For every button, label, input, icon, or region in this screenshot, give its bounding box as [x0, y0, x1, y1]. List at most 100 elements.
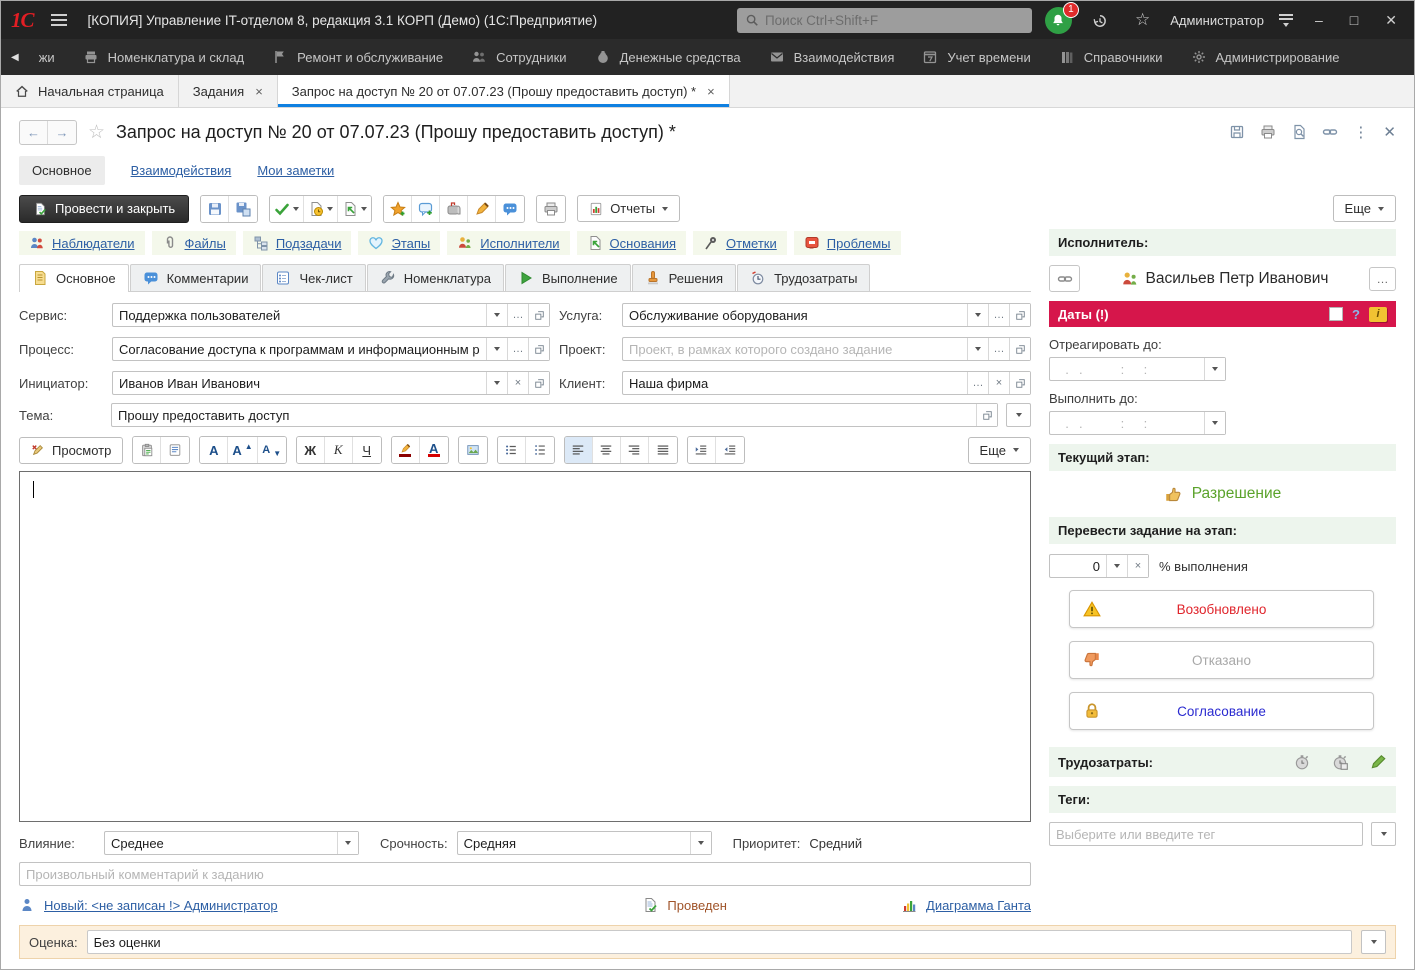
section-administration[interactable]: Администрирование — [1177, 39, 1354, 75]
stage-declined-button[interactable]: Отказано — [1069, 641, 1374, 679]
open-button[interactable] — [528, 372, 549, 394]
post-button[interactable] — [270, 196, 304, 222]
choose-button[interactable]: … — [988, 304, 1009, 326]
favorites-button[interactable]: ☆ — [1128, 10, 1157, 30]
tab-home[interactable]: Начальная страница — [1, 75, 179, 107]
nav-main[interactable]: Основное — [19, 156, 105, 185]
performer-name[interactable]: Васильев Петр Иванович — [1146, 270, 1329, 288]
calendar-button[interactable] — [1204, 412, 1225, 434]
link-subtasks[interactable]: Подзадачи — [243, 231, 352, 255]
minimize-button[interactable]: – — [1308, 12, 1330, 28]
rating-input[interactable] — [88, 935, 1351, 950]
notifications-button[interactable]: 1 — [1045, 7, 1072, 34]
select-button[interactable] — [967, 338, 988, 360]
subject-history-button[interactable] — [1006, 403, 1031, 427]
align-right-button[interactable] — [621, 437, 649, 463]
save-copy-button[interactable] — [229, 196, 257, 222]
messages-button[interactable] — [496, 196, 524, 222]
bold-button[interactable]: Ж — [297, 437, 325, 463]
align-justify-button[interactable] — [649, 437, 677, 463]
service-input[interactable] — [113, 308, 486, 323]
subject-input[interactable] — [112, 408, 976, 423]
select-button[interactable] — [486, 372, 507, 394]
nav-interactions[interactable]: Взаимодействия — [131, 163, 232, 178]
bullet-list-button[interactable] — [498, 437, 526, 463]
align-center-button[interactable] — [593, 437, 621, 463]
tab-checklist[interactable]: Чек-лист — [262, 264, 365, 291]
section-nomenclature[interactable]: Номенклатура и склад — [69, 39, 258, 75]
editor-more-button[interactable]: Еще — [968, 437, 1031, 464]
favorite-star-icon[interactable]: ☆ — [88, 121, 105, 144]
clear-button[interactable]: × — [1127, 555, 1148, 577]
service-menu-button[interactable] — [1277, 12, 1295, 29]
section-interactions[interactable]: Взаимодействия — [755, 39, 909, 75]
current-stage-value[interactable]: Разрешение — [1192, 485, 1282, 503]
current-user[interactable]: Администратор — [1170, 13, 1264, 28]
select-button[interactable] — [690, 832, 711, 854]
post-and-close-button[interactable]: Провести и закрыть — [19, 195, 189, 223]
clear-button[interactable]: × — [988, 372, 1009, 394]
link-stages[interactable]: Этапы — [358, 231, 440, 255]
performer-choose-button[interactable]: … — [1369, 267, 1396, 291]
calendar-button[interactable] — [1204, 358, 1225, 380]
select-button[interactable] — [337, 832, 358, 854]
section-cutoff[interactable]: жи — [25, 39, 69, 75]
highlight-button[interactable] — [468, 196, 496, 222]
search-input[interactable] — [765, 13, 1024, 28]
link-performers[interactable]: Исполнители — [447, 231, 569, 255]
tab-decisions[interactable]: Решения — [632, 264, 736, 291]
tags-input[interactable] — [1050, 827, 1362, 842]
section-money[interactable]: Денежные средства — [581, 39, 755, 75]
italic-button[interactable]: К — [325, 437, 353, 463]
back-button[interactable]: ← — [20, 121, 48, 144]
select-button[interactable] — [486, 338, 507, 360]
select-button[interactable] — [967, 304, 988, 326]
tab-tasks[interactable]: Задания× — [179, 75, 278, 107]
open-button[interactable] — [976, 404, 997, 426]
reports-button[interactable]: Отчеты — [577, 195, 680, 222]
select-button[interactable] — [486, 304, 507, 326]
link-problems[interactable]: Проблемы — [794, 231, 901, 255]
underline-button[interactable]: Ч — [353, 437, 381, 463]
tab-current-request[interactable]: Запрос на доступ № 20 от 07.07.23 (Прошу… — [278, 75, 730, 107]
client-input[interactable] — [623, 376, 967, 391]
comment-input[interactable] — [20, 867, 1030, 882]
link-observers[interactable]: Наблюдатели — [19, 231, 145, 255]
add-comment-button[interactable] — [412, 196, 440, 222]
performer-link-button[interactable] — [1049, 265, 1080, 292]
save-icon[interactable] — [1229, 124, 1245, 140]
numbered-list-button[interactable] — [526, 437, 554, 463]
highlight-color-button[interactable] — [392, 437, 420, 463]
font-color-button[interactable]: А — [420, 437, 448, 463]
stage-approval-button[interactable]: Согласование — [1069, 692, 1374, 730]
open-button[interactable] — [1009, 372, 1030, 394]
forward-button[interactable]: → — [48, 121, 76, 144]
urgency-input[interactable] — [458, 836, 690, 851]
section-repair[interactable]: Ремонт и обслуживание — [258, 39, 457, 75]
stopwatch-save-icon[interactable] — [1331, 753, 1349, 771]
link-files[interactable]: Файлы — [152, 231, 236, 255]
close-form-icon[interactable]: ✕ — [1383, 123, 1396, 141]
tab-execution[interactable]: Выполнение — [505, 264, 631, 291]
maximize-button[interactable]: □ — [1343, 12, 1365, 28]
project-input[interactable] — [623, 342, 967, 357]
clear-button[interactable]: × — [507, 372, 528, 394]
initiator-input[interactable] — [113, 376, 486, 391]
close-icon[interactable]: × — [707, 84, 715, 99]
select-button[interactable] — [1106, 555, 1127, 577]
insert-image-button[interactable] — [459, 437, 487, 463]
link-basis[interactable]: Основания — [577, 231, 687, 255]
edit-pencil-icon[interactable] — [1369, 753, 1387, 771]
impact-input[interactable] — [105, 836, 337, 851]
tab-main[interactable]: Основное — [19, 264, 129, 292]
font-smaller-button[interactable]: А▼ — [258, 437, 286, 463]
stopwatch-icon[interactable] — [1293, 753, 1311, 771]
print-button[interactable] — [537, 196, 565, 222]
link-marks[interactable]: Отметки — [693, 231, 787, 255]
tab-comments[interactable]: Комментарии — [130, 264, 262, 291]
percent-input[interactable] — [1050, 559, 1106, 574]
schedule-button[interactable] — [304, 196, 338, 222]
create-based-button[interactable] — [338, 196, 371, 222]
preview-toggle-button[interactable]: Просмотр — [19, 437, 123, 464]
tags-select-button[interactable] — [1371, 822, 1396, 846]
